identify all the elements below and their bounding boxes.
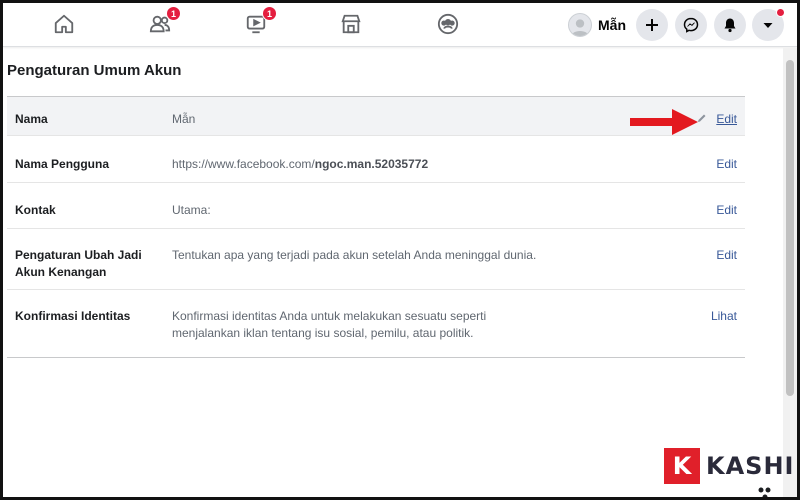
friends-badge: 1 (166, 6, 181, 21)
edit-name-link[interactable]: Edit (716, 111, 737, 128)
watch-icon[interactable]: 1 (243, 6, 277, 37)
setting-row-identity[interactable]: Konfirmasi Identitas Konfirmasi identita… (7, 290, 745, 352)
messenger-button[interactable] (675, 9, 707, 41)
divider (7, 357, 745, 358)
edit-username-link[interactable]: Edit (716, 156, 737, 173)
top-navigation-bar: 1 1 Mẫn (3, 3, 797, 47)
scrollbar[interactable] (783, 48, 797, 497)
notification-dot (776, 8, 785, 17)
avatar (568, 13, 592, 37)
notifications-button[interactable] (714, 9, 746, 41)
red-arrow-annotation (630, 109, 698, 135)
setting-label: Kontak (15, 203, 56, 217)
plus-icon (646, 19, 658, 31)
setting-row-memorialization[interactable]: Pengaturan Ubah Jadi Akun Kenangan Tentu… (7, 229, 745, 290)
username-handle: ngoc.man.52035772 (314, 157, 429, 171)
username-url-prefix: https://www.facebook.com/ (172, 157, 315, 171)
caret-down-icon (763, 23, 773, 28)
profile-chip[interactable]: Mẫn (568, 10, 626, 40)
home-icon[interactable] (51, 11, 77, 37)
setting-value: Konfirmasi identitas Anda untuk melakuka… (172, 309, 487, 340)
setting-value: Mẫn (172, 112, 196, 126)
setting-row-contact[interactable]: Kontak Utama: Edit (7, 183, 745, 229)
account-menu-button[interactable] (752, 8, 785, 41)
friends-icon[interactable]: 1 (147, 6, 181, 37)
bell-icon (724, 18, 736, 33)
corner-dots-icon (758, 487, 771, 498)
setting-row-username[interactable]: Nama Pengguna https://www.facebook.com/n… (7, 136, 745, 183)
watermark-logo: K (664, 448, 700, 484)
setting-label: Konfirmasi Identitas (15, 309, 131, 323)
setting-value: Tentukan apa yang terjadi pada akun sete… (172, 248, 537, 262)
watch-badge: 1 (262, 6, 277, 21)
groups-icon[interactable] (435, 11, 461, 37)
view-identity-link[interactable]: Lihat (711, 308, 737, 325)
watermark-text: KASHI (706, 452, 795, 480)
kashi-watermark: K KASHI (664, 448, 794, 484)
page-title: Pengaturan Umum Akun (7, 62, 182, 79)
create-button[interactable] (636, 9, 668, 41)
scrollbar-thumb[interactable] (786, 60, 794, 396)
profile-name: Mẫn (598, 17, 626, 33)
setting-value: Utama: (172, 203, 211, 217)
setting-label: Pengaturan Ubah Jadi Akun Kenangan (15, 248, 142, 279)
marketplace-icon[interactable] (338, 11, 364, 37)
setting-value: https://www.facebook.com/ngoc.man.520357… (172, 156, 552, 173)
edit-contact-link[interactable]: Edit (716, 202, 737, 219)
edit-memorialization-link[interactable]: Edit (716, 247, 737, 264)
messenger-icon (683, 17, 699, 33)
setting-label: Nama Pengguna (15, 157, 110, 171)
setting-label: Nama (15, 112, 48, 126)
